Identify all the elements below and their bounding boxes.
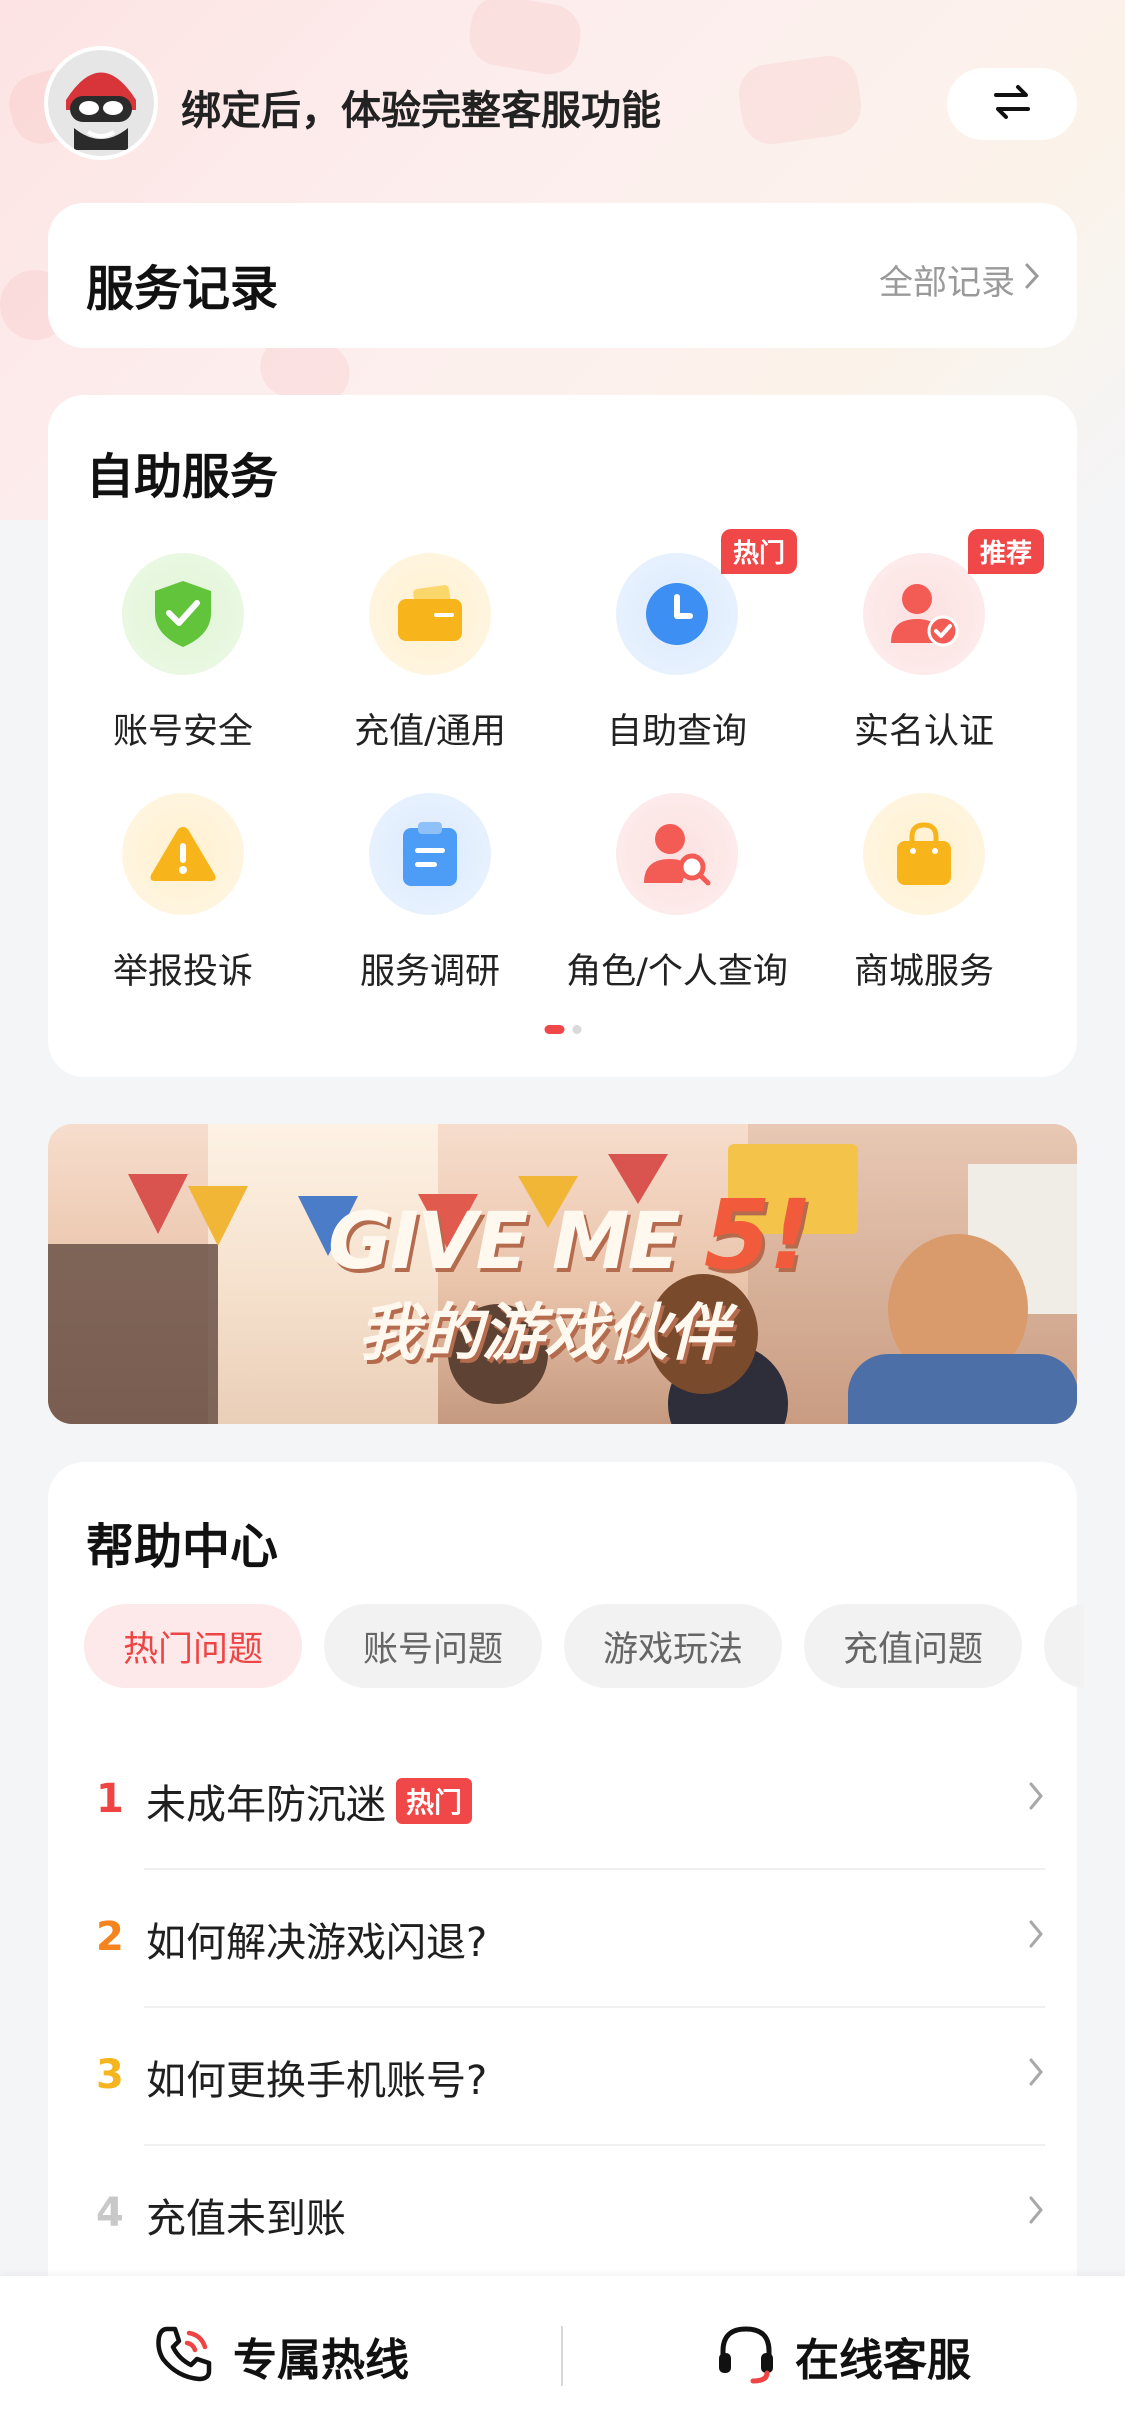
clock-icon — [616, 553, 738, 675]
online-service-button[interactable]: 在线客服 — [562, 2276, 1124, 2436]
faq-number: 3 — [96, 2052, 124, 2098]
service-label: 账号安全 — [112, 712, 253, 752]
faq-number: 4 — [96, 2190, 124, 2236]
recommend-badge: 推荐 — [967, 529, 1044, 574]
faq-number: 2 — [96, 1914, 124, 1960]
clipboard-icon — [369, 793, 491, 915]
service-records-title: 服务记录 — [86, 261, 279, 317]
service-label: 举报投诉 — [112, 952, 253, 992]
phone-icon — [153, 2323, 215, 2389]
user-search-icon — [616, 793, 738, 915]
faq-question: 如何解决游戏闪退? — [146, 1920, 488, 1966]
faq-question: 充值未到账 — [146, 2196, 346, 2242]
page-indicator — [544, 1025, 581, 1034]
self-service-card: 自助服务 账号安全 充值/通用 热门 自助查询 推荐 实名认证 举报投诉 服务调… — [48, 395, 1077, 1077]
user-verified-icon — [863, 553, 985, 675]
shopping-bag-icon — [863, 793, 985, 915]
tab-account-questions[interactable]: 账号问题 — [324, 1604, 542, 1688]
faq-question-row: 充值未到账 — [146, 2186, 346, 2244]
banner-subline: 我的游戏伙伴 — [358, 1296, 731, 1369]
faq-item[interactable]: 3 如何更换手机账号? — [48, 2008, 1045, 2146]
account-header: 绑定后，体验完整客服功能 — [48, 48, 1077, 158]
tab-gameplay[interactable]: 游戏玩法 — [564, 1604, 782, 1688]
service-role-query[interactable]: 角色/个人查询 — [566, 793, 788, 993]
faq-item[interactable]: 4 充值未到账 — [48, 2146, 1045, 2284]
self-service-title: 自助服务 — [86, 449, 279, 505]
online-service-label: 在线客服 — [795, 2335, 971, 2386]
promo-banner[interactable]: GIVE ME 5! 我的游戏伙伴 — [48, 1124, 1077, 1424]
faq-question-row: 如何解决游戏闪退? — [146, 1910, 487, 1968]
all-records-link[interactable]: 全部记录 — [879, 255, 1041, 304]
service-label: 自助查询 — [606, 712, 747, 752]
hotline-label: 专属热线 — [233, 2335, 409, 2386]
tab-recharge-questions[interactable]: 充值问题 — [804, 1604, 1022, 1688]
bottom-contact-bar: 专属热线 在线客服 — [0, 2276, 1125, 2436]
service-label: 角色/个人查询 — [566, 952, 788, 992]
shield-check-icon — [122, 553, 244, 675]
service-report[interactable]: 举报投诉 — [73, 793, 293, 993]
service-survey[interactable]: 服务调研 — [320, 793, 540, 993]
banner-headline: GIVE ME 5! — [328, 1179, 813, 1291]
faq-question-row: 未成年防沉迷 热门 — [146, 1772, 473, 1830]
service-label: 服务调研 — [359, 952, 500, 992]
service-label: 实名认证 — [853, 712, 994, 752]
hotline-button[interactable]: 专属热线 — [0, 2276, 562, 2436]
service-account-security[interactable]: 账号安全 — [73, 553, 293, 753]
chevron-right-icon — [1027, 1918, 1045, 1954]
service-recharge[interactable]: 充值/通用 — [320, 553, 540, 753]
chevron-right-icon — [1027, 2056, 1045, 2092]
faq-item[interactable]: 1 未成年防沉迷 热门 — [48, 1732, 1045, 1870]
service-records-card[interactable]: 服务记录 全部记录 — [48, 203, 1077, 348]
avatar[interactable] — [48, 50, 154, 156]
switch-account-button[interactable] — [947, 68, 1077, 140]
banner-headline-text: GIVE ME — [328, 1197, 704, 1287]
service-self-query[interactable]: 热门 自助查询 — [567, 529, 797, 753]
faq-question: 未成年防沉迷 — [146, 1782, 386, 1828]
service-mall[interactable]: 商城服务 — [814, 793, 1034, 993]
page-dot — [572, 1025, 581, 1034]
page-dot-active — [544, 1025, 564, 1034]
faq-question: 如何更换手机账号? — [146, 2058, 488, 2104]
headset-icon — [715, 2323, 777, 2389]
chevron-right-icon — [1027, 1780, 1045, 1816]
tab-hot-questions[interactable]: 热门问题 — [84, 1604, 302, 1688]
all-records-label: 全部记录 — [879, 263, 1015, 303]
service-label: 商城服务 — [853, 952, 994, 992]
faq-item[interactable]: 2 如何解决游戏闪退? — [48, 1870, 1045, 2008]
chevron-right-icon — [1027, 2194, 1045, 2230]
warning-icon — [122, 793, 244, 915]
tab-more[interactable] — [1044, 1604, 1084, 1688]
bind-prompt[interactable]: 绑定后，体验完整客服功能 — [181, 78, 661, 136]
faq-number: 1 — [96, 1776, 124, 1822]
help-center-title: 帮助中心 — [86, 1519, 279, 1575]
faq-question-row: 如何更换手机账号? — [146, 2048, 487, 2106]
hot-badge: 热门 — [396, 1778, 473, 1824]
swap-arrows-icon — [992, 84, 1032, 124]
service-real-name[interactable]: 推荐 实名认证 — [814, 529, 1044, 753]
hot-badge: 热门 — [720, 529, 797, 574]
wallet-icon — [369, 553, 491, 675]
banner-headline-number: 5! — [703, 1179, 813, 1291]
service-label: 充值/通用 — [354, 712, 506, 752]
chevron-right-icon — [1023, 260, 1041, 300]
help-tabs: 热门问题 账号问题 游戏玩法 充值问题 — [84, 1604, 1084, 1688]
